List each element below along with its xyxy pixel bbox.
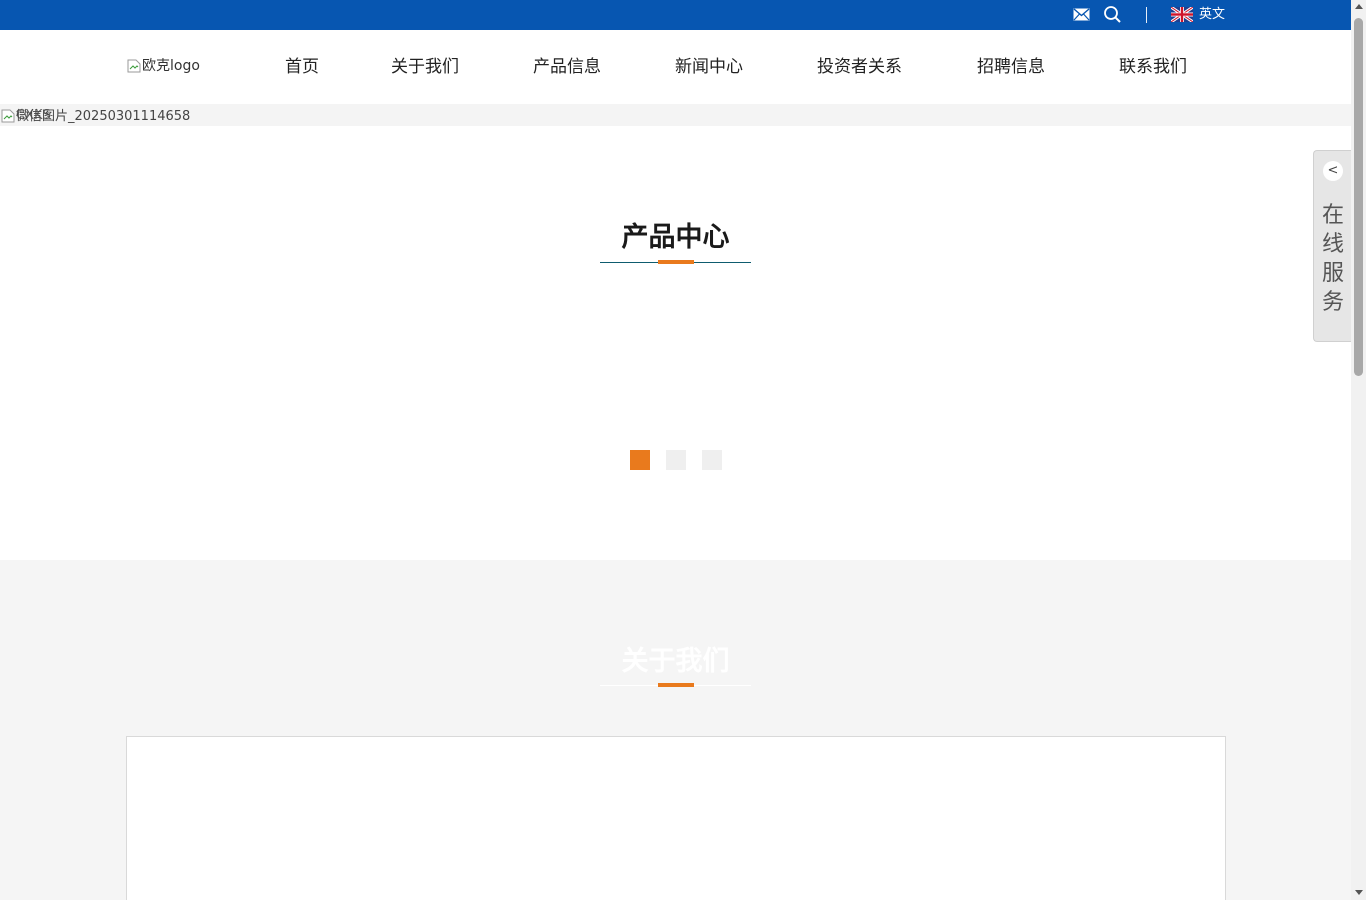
page-scrollbar[interactable]: [1351, 0, 1366, 900]
mail-icon[interactable]: [1073, 8, 1090, 21]
carousel-dot-1[interactable]: [630, 450, 650, 470]
nav-item-about[interactable]: 关于我们: [391, 55, 459, 79]
about-content-card: [126, 736, 1226, 900]
top-utility-bar: 英文: [0, 0, 1351, 30]
broken-image-icon: [1, 109, 15, 123]
nav-item-contact[interactable]: 联系我们: [1119, 55, 1187, 79]
about-title-accent: [658, 683, 694, 687]
search-icon[interactable]: [1103, 5, 1122, 24]
uk-flag-icon[interactable]: [1171, 7, 1193, 22]
scroll-up-arrow-icon[interactable]: [1355, 4, 1363, 9]
about-section-title: 关于我们: [621, 646, 730, 677]
nav-item-news[interactable]: 新闻中心: [675, 55, 743, 79]
products-title-accent: [658, 260, 694, 264]
carousel-dot-2[interactable]: [666, 450, 686, 470]
products-section-title: 产品中心: [621, 222, 730, 253]
topbar-divider: [1146, 7, 1147, 23]
nav-item-careers[interactable]: 招聘信息: [977, 55, 1045, 79]
nav-item-products[interactable]: 产品信息: [533, 55, 601, 79]
site-header: 欧克logo 首页 关于我们 产品信息 新闻中心 投资者关系 招聘信息 联系我们: [0, 30, 1351, 104]
service-toggle-button[interactable]: <: [1323, 161, 1343, 181]
nav-item-home[interactable]: 首页: [285, 55, 319, 79]
scrollbar-thumb[interactable]: [1354, 18, 1363, 376]
banner-overlap-alt-text: CXKS: [16, 108, 51, 123]
language-switch-label[interactable]: 英文: [1199, 6, 1225, 23]
hero-banner: 微信图片_20250301114658 CXKS: [0, 104, 1351, 126]
products-section: [0, 126, 1351, 560]
carousel-dot-3[interactable]: [702, 450, 722, 470]
nav-item-investors[interactable]: 投资者关系: [817, 55, 902, 79]
scroll-down-arrow-icon[interactable]: [1355, 890, 1363, 895]
online-service-panel[interactable]: < 在线服务: [1313, 150, 1351, 342]
main-nav: 首页 关于我们 产品信息 新闻中心 投资者关系 招聘信息 联系我们: [0, 55, 1351, 79]
service-label: 在线服务: [1321, 203, 1344, 315]
